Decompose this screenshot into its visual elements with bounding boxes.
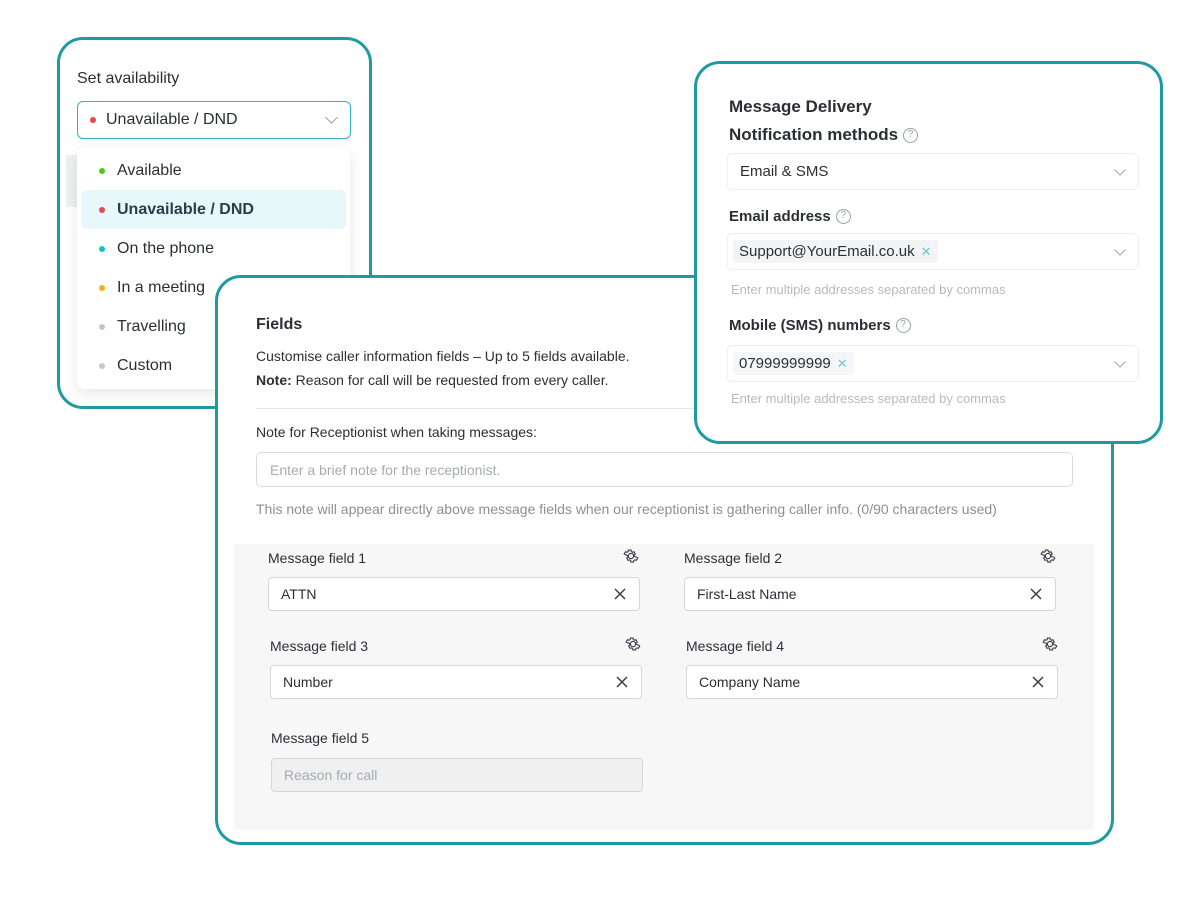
- availability-selected-label: Unavailable / DND: [106, 111, 238, 128]
- notification-methods-heading: Notification methods ?: [729, 121, 919, 149]
- notification-methods-label: Notification methods: [729, 125, 899, 144]
- option-label: Travelling: [117, 317, 186, 335]
- email-tag: Support@YourEmail.co.uk ✕: [733, 240, 938, 263]
- help-icon[interactable]: ?: [895, 318, 911, 333]
- message-fields-panel: Message field 1 ATTN Message field 2 Fir…: [234, 544, 1094, 830]
- chevron-down-icon: [325, 111, 338, 124]
- note-text: Reason for call will be requested from e…: [291, 372, 609, 388]
- sms-tag: 07999999999 ✕: [733, 352, 854, 375]
- message-field-5-value: Reason for call: [284, 767, 378, 783]
- message-field-1-label: Message field 1: [268, 550, 367, 566]
- receptionist-note-help: This note will appear directly above mes…: [256, 501, 997, 517]
- close-icon[interactable]: [615, 675, 629, 689]
- message-field-5-label: Message field 5: [271, 730, 370, 746]
- message-field-2-input[interactable]: First-Last Name: [684, 577, 1056, 611]
- message-field-1-input[interactable]: ATTN: [268, 577, 640, 611]
- option-label: In a meeting: [117, 278, 206, 296]
- close-icon[interactable]: [1029, 587, 1043, 601]
- help-icon[interactable]: ?: [903, 127, 919, 143]
- status-dot-icon: [99, 323, 105, 330]
- message-field-3-value: Number: [283, 674, 333, 690]
- sms-numbers-label: Mobile (SMS) numbers: [729, 317, 891, 334]
- note-bold: Note:: [256, 372, 292, 388]
- message-field-3-input[interactable]: Number: [270, 665, 642, 699]
- receptionist-note-label: Note for Receptionist when taking messag…: [256, 424, 537, 440]
- close-icon[interactable]: [613, 587, 627, 601]
- fields-note: Note: Reason for call will be requested …: [256, 372, 608, 388]
- sms-help-text: Enter multiple addresses separated by co…: [731, 391, 1006, 406]
- availability-title: Set availability: [77, 70, 180, 87]
- gear-icon[interactable]: [624, 635, 642, 653]
- option-label: Available: [117, 161, 182, 179]
- message-field-4-value: Company Name: [699, 674, 801, 690]
- email-address-input[interactable]: Support@YourEmail.co.uk ✕: [727, 233, 1139, 270]
- chevron-down-icon: [1114, 244, 1126, 256]
- fields-title: Fields: [256, 316, 303, 333]
- status-dot-icon: [90, 117, 96, 123]
- gear-icon[interactable]: [1041, 635, 1059, 653]
- option-label: On the phone: [117, 239, 214, 257]
- status-dot-icon: [99, 284, 105, 291]
- chevron-down-icon: [1114, 356, 1126, 368]
- close-icon[interactable]: [1031, 675, 1045, 689]
- notification-methods-value: Email & SMS: [740, 163, 829, 180]
- message-delivery-title: Message Delivery: [729, 97, 872, 116]
- receptionist-note-input[interactable]: [256, 452, 1073, 487]
- status-dot-icon: [99, 167, 105, 174]
- availability-option-on-the-phone[interactable]: On the phone: [81, 229, 346, 268]
- fields-description: Customise caller information fields – Up…: [256, 348, 630, 364]
- availability-select[interactable]: Unavailable / DND: [77, 101, 351, 139]
- status-dot-icon: [99, 206, 105, 213]
- option-label: Custom: [117, 356, 173, 374]
- sms-tag-value: 07999999999: [739, 355, 831, 372]
- chevron-down-icon: [1114, 164, 1126, 176]
- sms-numbers-input[interactable]: 07999999999 ✕: [727, 345, 1139, 382]
- email-help-text: Enter multiple addresses separated by co…: [731, 282, 1006, 297]
- remove-tag-icon[interactable]: ✕: [837, 356, 848, 372]
- notification-methods-select[interactable]: Email & SMS: [727, 153, 1139, 190]
- message-field-3-label: Message field 3: [270, 638, 369, 654]
- email-address-heading: Email address ?: [729, 208, 851, 225]
- message-field-2-value: First-Last Name: [697, 586, 797, 602]
- availability-option-available[interactable]: Available: [81, 151, 346, 190]
- availability-option-unavailable[interactable]: Unavailable / DND: [81, 190, 346, 229]
- sms-numbers-heading: Mobile (SMS) numbers ?: [729, 317, 911, 334]
- help-icon[interactable]: ?: [835, 209, 851, 224]
- message-field-1-value: ATTN: [281, 586, 317, 602]
- message-field-2-label: Message field 2: [684, 550, 783, 566]
- gear-icon[interactable]: [622, 547, 640, 565]
- message-field-4-input[interactable]: Company Name: [686, 665, 1058, 699]
- gear-icon[interactable]: [1039, 547, 1057, 565]
- status-dot-icon: [99, 245, 105, 252]
- message-delivery-card: Message Delivery Notification methods ? …: [694, 61, 1163, 444]
- status-dot-icon: [99, 362, 105, 369]
- email-address-label: Email address: [729, 208, 831, 225]
- message-field-4-label: Message field 4: [686, 638, 785, 654]
- message-field-5-input: Reason for call: [271, 758, 643, 792]
- option-label: Unavailable / DND: [117, 200, 254, 218]
- remove-tag-icon[interactable]: ✕: [921, 244, 932, 260]
- email-tag-value: Support@YourEmail.co.uk: [739, 243, 915, 260]
